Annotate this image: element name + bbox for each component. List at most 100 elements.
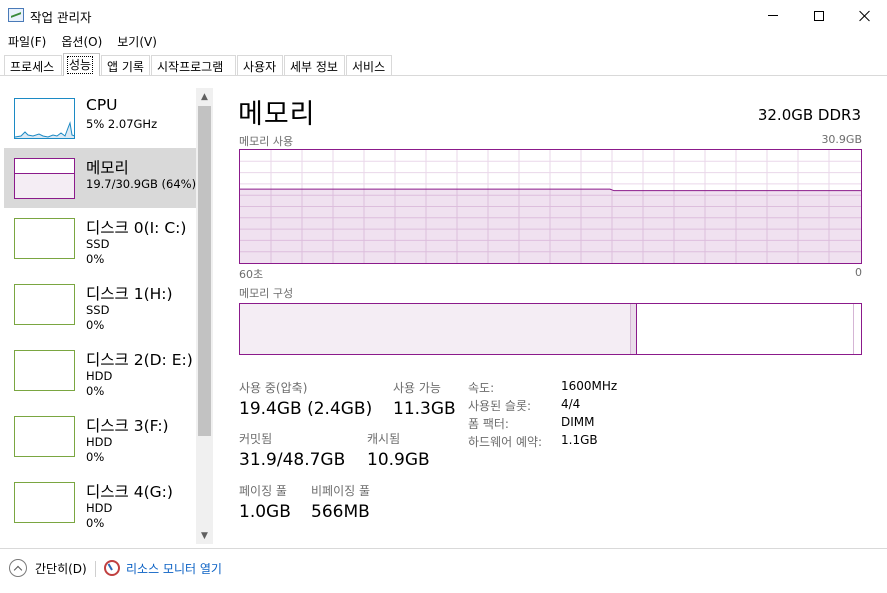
sidebar-item-title: 디스크 4(G:): [86, 483, 173, 501]
window-title: 작업 관리자: [30, 10, 92, 25]
disk-thumbnail-graph: [14, 218, 75, 259]
available-value: 11.3GB: [393, 399, 456, 419]
sidebar-item-subtitle: 5% 2.07GHz: [86, 117, 158, 131]
sidebar-item-usage: 0%: [86, 450, 105, 464]
open-resource-monitor-link[interactable]: 리소스 모니터 열기: [126, 560, 222, 577]
title-bar: 작업 관리자: [0, 0, 887, 31]
sidebar-item-subtitle: 19.7/30.9GB (64%): [86, 177, 197, 191]
in-use-value: 19.4GB (2.4GB): [239, 399, 373, 419]
chevron-up-icon[interactable]: [9, 559, 27, 577]
paged-pool-label: 페이징 풀: [239, 484, 287, 498]
minimize-button[interactable]: [750, 0, 796, 31]
speed-label: 속도:: [468, 381, 495, 395]
sidebar-item-usage: 0%: [86, 384, 105, 398]
sidebar-item-cpu[interactable]: CPU 5% 2.07GHz: [4, 88, 196, 148]
sidebar-item-disk-3[interactable]: 디스크 3(F:) HDD 0%: [4, 406, 196, 466]
sidebar-item-usage: 0%: [86, 516, 105, 530]
tab-startup[interactable]: 시작프로그램: [151, 55, 236, 75]
footer-divider: [95, 561, 96, 577]
tab-label: 앱 기록: [107, 60, 144, 74]
paged-pool-value: 1.0GB: [239, 502, 291, 522]
sidebar-item-usage: 0%: [86, 252, 105, 266]
fewer-details-button[interactable]: 간단히(D): [35, 560, 87, 577]
cpu-thumbnail-graph: [14, 98, 75, 139]
tab-app-history[interactable]: 앱 기록: [101, 55, 150, 75]
memory-spec: 32.0GB DDR3: [757, 106, 861, 124]
tab-bar: 프로세스 성능 앱 기록 시작프로그램 사용자 세부 정보 서비스: [0, 52, 887, 76]
sidebar-item-title: 디스크 1(H:): [86, 285, 173, 303]
tab-label: 프로세스: [10, 60, 55, 74]
tab-label: 서비스: [352, 60, 386, 74]
sidebar-item-title: 디스크 2(D: E:): [86, 351, 193, 369]
disk-thumbnail-graph: [14, 284, 75, 325]
committed-label: 커밋됨: [239, 432, 273, 446]
disk-thumbnail-graph: [14, 350, 75, 391]
sidebar-item-memory[interactable]: 메모리 19.7/30.9GB (64%): [4, 148, 196, 208]
tab-label: 성능: [66, 56, 94, 74]
composition-label: 메모리 구성: [239, 287, 294, 300]
usage-graph-label: 메모리 사용: [239, 135, 294, 148]
memory-usage-graph: [239, 149, 862, 264]
menu-file[interactable]: 파일(F): [0, 31, 53, 51]
sidebar-item-title: 디스크 3(F:): [86, 417, 169, 435]
minimize-icon: [768, 15, 778, 16]
footer-bar: 간단히(D) 리소스 모니터 열기: [0, 548, 887, 593]
form-factor-value: DIMM: [561, 415, 595, 429]
scroll-down-icon[interactable]: ▼: [196, 527, 213, 544]
tab-services[interactable]: 서비스: [346, 55, 392, 75]
task-manager-icon: [8, 8, 24, 22]
tab-users[interactable]: 사용자: [237, 55, 283, 75]
speed-value: 1600MHz: [561, 379, 618, 393]
available-label: 사용 가능: [393, 381, 441, 395]
hardware-reserved-label: 하드웨어 예약:: [468, 435, 543, 449]
tab-performance[interactable]: 성능: [63, 53, 100, 76]
sidebar-item-type: HDD: [86, 501, 113, 515]
sidebar-item-disk-4[interactable]: 디스크 4(G:) HDD 0%: [4, 472, 196, 532]
maximize-button[interactable]: [796, 0, 842, 31]
memory-composition-bar: [239, 303, 862, 355]
disk-thumbnail-graph: [14, 416, 75, 457]
performance-sidebar: CPU 5% 2.07GHz 메모리 19.7/30.9GB (64%) 디스크…: [0, 86, 213, 544]
nonpaged-pool-label: 비페이징 풀: [311, 484, 371, 498]
sidebar-item-type: SSD: [86, 303, 110, 317]
menu-bar: 파일(F) 옵션(O) 보기(V): [0, 31, 164, 51]
sidebar-item-type: SSD: [86, 237, 110, 251]
sidebar-item-disk-1[interactable]: 디스크 1(H:) SSD 0%: [4, 274, 196, 334]
scroll-up-icon[interactable]: ▲: [196, 88, 213, 105]
scrollbar-thumb[interactable]: [198, 106, 211, 436]
graph-time-left-label: 60초: [239, 268, 264, 281]
menu-options[interactable]: 옵션(O): [53, 31, 109, 51]
committed-value: 31.9/48.7GB: [239, 450, 346, 470]
graph-time-right-label: 0: [855, 266, 862, 279]
tab-label: 세부 정보: [290, 60, 338, 74]
slots-label: 사용된 슬롯:: [468, 399, 532, 413]
slots-value: 4/4: [561, 397, 581, 411]
sidebar-item-title: 디스크 0(I: C:): [86, 219, 187, 237]
usage-graph-max-label: 30.9GB: [821, 133, 862, 146]
composition-in-use-segment: [240, 304, 631, 354]
tab-label: 시작프로그램: [157, 60, 224, 74]
form-factor-label: 폼 팩터:: [468, 417, 509, 431]
cached-label: 캐시됨: [367, 432, 401, 446]
in-use-label: 사용 중(압축): [239, 381, 308, 395]
composition-standby-segment: [637, 304, 854, 354]
sidebar-item-title: CPU: [86, 96, 118, 114]
disk-thumbnail-graph: [14, 482, 75, 523]
tab-details[interactable]: 세부 정보: [284, 55, 345, 75]
tab-processes[interactable]: 프로세스: [4, 55, 62, 75]
sidebar-item-type: HDD: [86, 369, 113, 383]
hardware-reserved-value: 1.1GB: [561, 433, 598, 447]
menu-view[interactable]: 보기(V): [109, 31, 164, 51]
sidebar-item-type: HDD: [86, 435, 113, 449]
nonpaged-pool-value: 566MB: [311, 502, 370, 522]
memory-thumbnail-graph: [14, 158, 75, 199]
page-title: 메모리: [238, 99, 316, 130]
cached-value: 10.9GB: [367, 450, 430, 470]
sidebar-item-usage: 0%: [86, 318, 105, 332]
sidebar-item-disk-0[interactable]: 디스크 0(I: C:) SSD 0%: [4, 208, 196, 268]
close-icon: [859, 10, 871, 22]
sidebar-item-disk-2[interactable]: 디스크 2(D: E:) HDD 0%: [4, 340, 196, 400]
sidebar-item-title: 메모리: [86, 159, 129, 177]
sidebar-scrollbar[interactable]: ▲ ▼: [196, 88, 213, 544]
close-button[interactable]: [842, 0, 887, 31]
